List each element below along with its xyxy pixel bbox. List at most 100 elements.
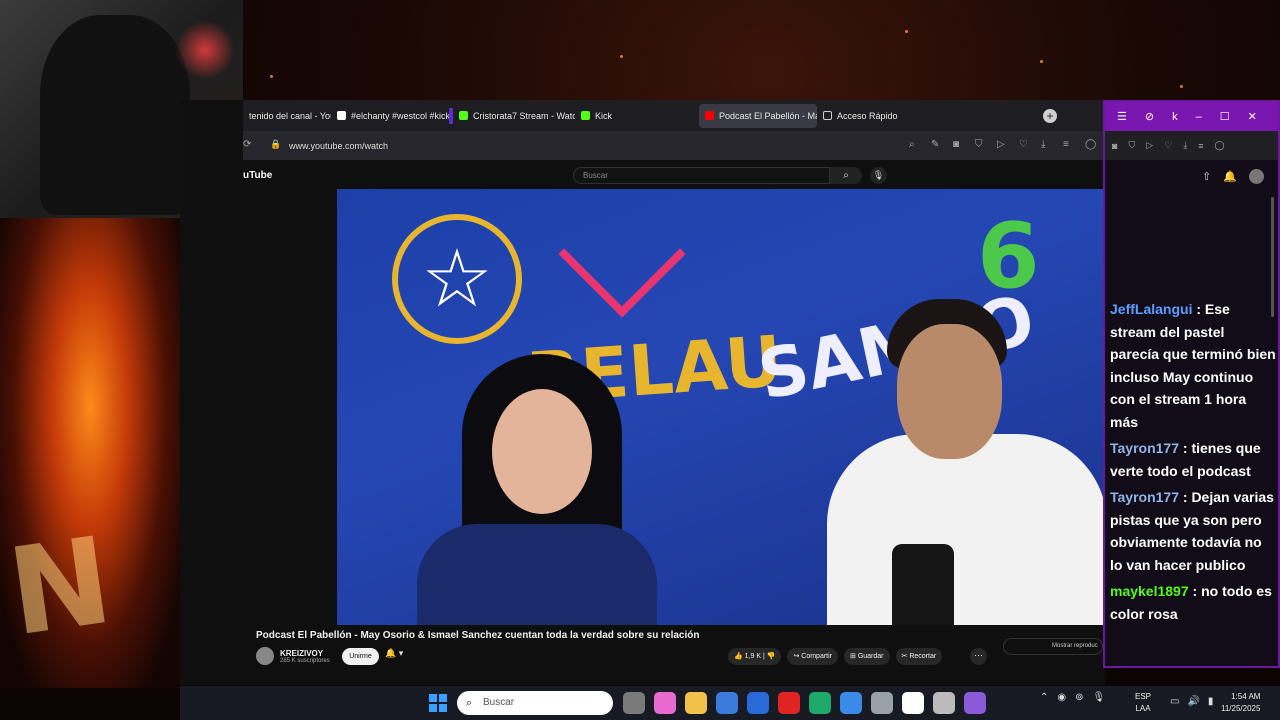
maximize-icon[interactable]: ☐ [1220, 110, 1230, 123]
store-icon[interactable] [716, 692, 738, 714]
shield-icon[interactable]: ⛉ [1128, 140, 1135, 151]
tab-cristorata7[interactable]: Cristorata7 Stream - Watc [453, 104, 575, 128]
chevron-up-icon[interactable]: ⌃ [1040, 692, 1048, 703]
camera-icon[interactable]: ◙ [1112, 141, 1117, 151]
no-sound-icon[interactable]: ⊘ [1145, 110, 1154, 123]
chatgpt-icon[interactable] [933, 692, 955, 714]
save-button[interactable]: ⊞ Guardar [844, 648, 890, 665]
chat-browser-toolbar: ◙ ⛉ ▷ ♡ ⤓ ≡ ◯ [1105, 131, 1278, 160]
edge-icon[interactable] [809, 692, 831, 714]
tab-bar: tenido del canal - You #elchanty #westco… [243, 100, 1105, 131]
chat-overlay-window: ☰ ⊘ k – ☐ ✕ ◙ ⛉ ▷ ♡ ⤓ ≡ ◯ ⇧ 🔔 JeffLalang… [1103, 100, 1280, 668]
tab-label: Podcast El Pabellón - May [719, 110, 817, 121]
tab-kick[interactable]: Kick [575, 104, 699, 128]
host-woman [417, 354, 667, 625]
kick-icon [459, 111, 468, 120]
share-button[interactable]: ↪ Compartir [787, 648, 839, 665]
heart-icon[interactable]: ♡ [1019, 139, 1031, 151]
notification-bell-icon[interactable]: 🔔 [1223, 170, 1237, 183]
volume-icon: 🔊 [1187, 696, 1200, 707]
download-icon[interactable]: ⤓ [1041, 139, 1053, 151]
file-explorer-icon[interactable] [685, 692, 707, 714]
youtube-user-controls: ⇧ 🔔 [1105, 160, 1278, 192]
tab-label: Cristorata7 Stream - Watc [473, 110, 575, 121]
face [492, 389, 592, 514]
tab-acceso-rapido[interactable]: Acceso Rápido [817, 104, 913, 128]
lock-icon[interactable]: 🔒 [270, 139, 281, 150]
copilot-icon[interactable] [654, 692, 676, 714]
profile-icon[interactable]: ◯ [1214, 140, 1224, 151]
windows-taskbar: ⌕ Buscar ⌃ ◉ ⊚ 🎙 ESP LAA ▭ 🔊 ▮ 1:54 AM 1… [180, 686, 1280, 720]
microphone-icon[interactable]: 🎙 [1093, 692, 1106, 703]
outlook-icon[interactable] [747, 692, 769, 714]
tray-app-icon[interactable]: ◉ [1057, 692, 1066, 703]
menu-icon[interactable]: ≡ [1063, 139, 1075, 151]
settings-icon[interactable] [871, 692, 893, 714]
chat-message: maykel1897 : no todo es color rosa [1110, 580, 1276, 625]
more-options-icon[interactable]: ⋯ [970, 648, 987, 665]
edge-beta-icon[interactable] [840, 692, 862, 714]
language-indicator[interactable]: ESP LAA [1135, 691, 1151, 715]
windows-start-icon[interactable] [429, 694, 447, 712]
tray-app-icon[interactable]: ⊚ [1075, 692, 1083, 703]
fire-graphic: N [0, 511, 120, 664]
discord-icon[interactable] [964, 692, 986, 714]
chat-username[interactable]: JeffLalangui [1110, 301, 1192, 317]
upload-icon[interactable]: ⇧ [1202, 170, 1211, 183]
minimize-icon[interactable]: – [1196, 111, 1202, 123]
youtube-logo[interactable]: uTube [243, 170, 272, 181]
face [897, 324, 1002, 459]
zoom-icon[interactable]: ⌕ [909, 139, 921, 151]
ember-particle [1180, 85, 1183, 88]
youtube-icon [705, 111, 714, 120]
play-icon[interactable]: ▷ [1146, 140, 1153, 151]
grid-icon [823, 111, 832, 120]
edit-icon[interactable]: ✎ [931, 139, 943, 151]
url-field[interactable]: www.youtube.com/watch [289, 141, 388, 151]
reload-icon[interactable]: ⟳ [243, 139, 251, 150]
task-view-icon[interactable] [623, 692, 645, 714]
clip-button[interactable]: ✂ Recortar [895, 648, 943, 665]
tab-label: Kick [595, 110, 613, 121]
menu-icon[interactable]: ≡ [1198, 141, 1203, 151]
camera-icon[interactable]: ◙ [953, 139, 965, 151]
clock[interactable]: 1:54 AM 11/25/2025 [1221, 691, 1260, 715]
new-tab-button[interactable]: + [1043, 108, 1057, 123]
heart-icon[interactable]: ♡ [1164, 140, 1172, 151]
video-player[interactable]: ☆ RELAU SAMBO 6 [337, 189, 1107, 625]
opera-icon[interactable] [778, 692, 800, 714]
tab-youtube-channel[interactable]: tenido del canal - You [243, 104, 331, 128]
join-button[interactable]: Unirme [342, 648, 379, 665]
youtube-search-input[interactable]: Buscar [573, 167, 830, 184]
tab-tiktok[interactable]: #elchanty #westcol #kick [331, 104, 449, 128]
play-icon[interactable]: ▷ [997, 139, 1009, 151]
chat-username[interactable]: Tayron177 [1110, 489, 1179, 505]
shirt [417, 524, 657, 625]
chat-text: : Ese stream del pastel parecía que term… [1110, 301, 1276, 430]
graffiti-number: 6 [977, 204, 1040, 309]
search-icon[interactable]: ⌕ [830, 167, 862, 184]
microphone-icon[interactable]: 🎙 [870, 167, 887, 184]
shield-icon[interactable]: ⛉ [975, 139, 987, 151]
clip-label: Recortar [909, 653, 937, 660]
channel-name[interactable]: KREIZIVOY [280, 649, 330, 658]
like-button[interactable]: 👍 1,9 K | 👎 [728, 648, 782, 665]
chat-username[interactable]: maykel1897 [1110, 583, 1189, 599]
quick-settings[interactable]: ▭ 🔊 ▮ [1170, 696, 1213, 707]
profile-icon[interactable]: ◯ [1085, 139, 1097, 151]
kick-icon [581, 111, 590, 120]
chat-username[interactable]: Tayron177 [1110, 440, 1179, 456]
bell-icon[interactable]: 🔔 ▾ [385, 648, 403, 659]
capcut-icon[interactable] [902, 692, 924, 714]
address-bar: ⟳ 🔒 www.youtube.com/watch ⌕ ✎ ◙ ⛉ ▷ ♡ ⤓ … [243, 131, 1105, 160]
chat-titlebar: ☰ ⊘ k – ☐ ✕ [1105, 102, 1278, 131]
hamburger-icon[interactable]: ☰ [1117, 110, 1127, 123]
download-icon[interactable]: ⤓ [1183, 140, 1187, 151]
close-icon[interactable]: ✕ [1248, 110, 1257, 123]
taskbar-search-input[interactable]: ⌕ Buscar [457, 691, 613, 715]
ember-particle [620, 55, 623, 58]
user-avatar[interactable] [1249, 168, 1264, 184]
channel-avatar[interactable] [256, 647, 274, 665]
autoplay-toggle[interactable]: Mostrar reproduc [1003, 638, 1103, 655]
tab-podcast-active[interactable]: Podcast El Pabellón - May [699, 103, 817, 128]
